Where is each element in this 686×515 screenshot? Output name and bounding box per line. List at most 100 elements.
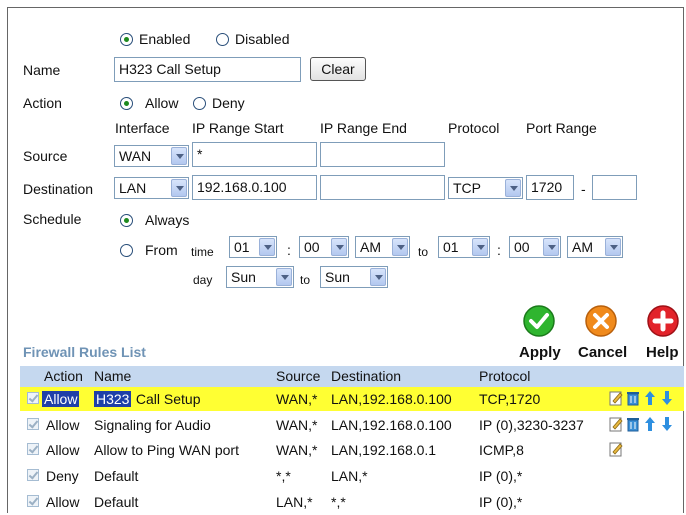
help-label: Help [646,344,679,361]
arrow-up-icon[interactable] [643,390,657,406]
to-day-value: Sun [325,269,350,285]
table-row[interactable]: Allow Signaling for Audio WAN,* LAN,192.… [20,413,684,437]
port-range-header: Port Range [526,120,597,136]
row-action: Allow [46,417,80,433]
chevron-down-icon [259,238,275,256]
destination-label: Destination [23,181,94,197]
source-interface-select[interactable]: WAN [114,145,189,167]
from-ampm-select[interactable]: AM [355,236,410,258]
from-hour-select[interactable]: 01 [229,236,277,258]
port-start-input[interactable]: 1720 [526,175,574,200]
from-radio[interactable] [120,244,133,257]
row-name: Default [94,494,139,510]
source-ip-end-input[interactable] [320,142,445,167]
row-protocol: IP (0),* [479,494,523,510]
row-protocol: IP (0),* [479,468,523,484]
row-enable-checkbox[interactable] [27,443,39,455]
row-action: Allow [46,442,80,458]
from-day-select[interactable]: Sun [226,266,294,288]
edit-icon[interactable] [609,416,623,432]
chevron-down-icon [472,238,488,256]
source-ip-start-input[interactable]: * [192,142,317,167]
row-source: WAN,* [276,442,318,458]
to-minute-select[interactable]: 00 [509,236,561,258]
disabled-radio[interactable] [216,33,229,46]
port-end-input[interactable] [592,175,637,200]
row-destination: LAN,192.168.0.100 [331,391,452,407]
destination-ip-end-input[interactable] [320,175,445,200]
to-ampm-value: AM [572,239,593,255]
arrow-down-icon[interactable] [660,416,674,432]
row-source: *,* [276,468,291,484]
row-name: Signaling for Audio [94,417,211,433]
protocol-select[interactable]: TCP [448,177,523,199]
chevron-down-icon [276,268,292,286]
chevron-down-icon [171,147,187,165]
row-enable-checkbox[interactable] [27,469,39,481]
trash-icon[interactable] [626,416,640,432]
chevron-down-icon [505,179,521,197]
list-header: Action Name Source Destination Protocol [20,366,684,387]
interface-header: Interface [115,120,170,136]
header-name: Name [94,368,132,384]
action-label: Action [23,95,62,111]
row-destination: LAN,* [331,468,368,484]
row-enable-checkbox[interactable] [27,495,39,507]
header-source: Source [276,368,321,384]
always-label: Always [145,212,190,228]
always-radio[interactable] [120,214,133,227]
row-destination: LAN,192.168.0.100 [331,417,452,433]
arrow-down-icon[interactable] [660,390,674,406]
protocol-value: TCP [453,180,481,196]
cancel-x-icon [585,305,617,337]
ip-start-header: IP Range Start [192,120,284,136]
table-row[interactable]: Allow Default LAN,* *,* IP (0),* [20,490,684,514]
header-protocol: Protocol [479,368,531,384]
destination-ip-start-input[interactable]: 192.168.0.100 [192,175,317,200]
row-action: Allow [42,391,80,407]
chevron-down-icon [605,238,621,256]
destination-interface-select[interactable]: LAN [114,177,189,199]
row-enable-checkbox[interactable] [27,418,39,430]
row-name-highlight: H323 [94,391,132,407]
chevron-down-icon [370,268,386,286]
to-colon: : [497,242,501,258]
enabled-label: Enabled [139,31,191,47]
row-destination: LAN,192.168.0.1 [331,442,437,458]
table-row[interactable]: Allow H323 Call Setup WAN,* LAN,192.168.… [20,387,684,411]
from-day-value: Sun [231,269,256,285]
row-name: Allow to Ping WAN port [94,442,239,458]
day-label: day [193,273,213,287]
edit-icon[interactable] [609,390,623,406]
enabled-radio[interactable] [120,33,133,46]
row-action: Deny [46,468,79,484]
edit-icon[interactable] [609,441,623,457]
disabled-label: Disabled [235,31,290,47]
to-ampm-select[interactable]: AM [567,236,623,258]
list-title: Firewall Rules List [23,344,146,360]
row-enable-checkbox[interactable] [27,392,39,404]
time-label: time [191,245,214,259]
table-row[interactable]: Deny Default *,* LAN,* IP (0),* [20,464,684,488]
row-protocol: IP (0),3230-3237 [479,417,584,433]
help-plus-icon [647,305,679,337]
from-minute-select[interactable]: 00 [299,236,349,258]
allow-radio[interactable] [120,97,133,110]
chevron-down-icon [171,179,187,197]
schedule-label: Schedule [23,211,82,227]
to-hour-select[interactable]: 01 [438,236,490,258]
arrow-up-icon[interactable] [643,416,657,432]
trash-icon[interactable] [626,390,640,406]
time-to-label: to [418,245,429,259]
to-day-select[interactable]: Sun [320,266,388,288]
clear-button[interactable]: Clear [310,57,366,81]
row-destination: *,* [331,494,346,510]
deny-radio[interactable] [193,97,206,110]
name-input[interactable]: H323 Call Setup [114,57,301,82]
protocol-header: Protocol [448,120,500,136]
table-row[interactable]: Allow Allow to Ping WAN port WAN,* LAN,1… [20,438,684,462]
from-hour-value: 01 [234,239,250,255]
row-action: Allow [46,494,80,510]
apply-label: Apply [519,344,561,361]
to-minute-value: 00 [514,239,530,255]
